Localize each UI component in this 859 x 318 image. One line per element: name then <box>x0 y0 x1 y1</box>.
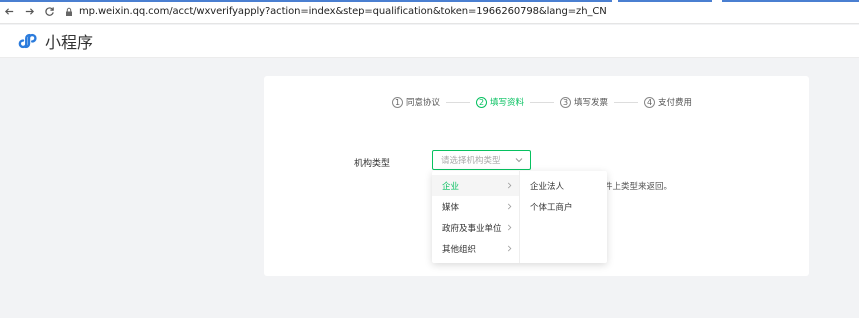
step-divider <box>614 101 639 103</box>
tab-indicator <box>618 0 712 2</box>
step-number: 3 <box>560 96 572 108</box>
cascader-option-legal-entity[interactable]: 企业法人 <box>520 175 607 196</box>
org-type-select[interactable]: 请选择机构类型 <box>432 150 531 170</box>
cascader-level-2: 企业法人 个体工商户 <box>519 171 607 263</box>
chevron-right-icon <box>507 182 512 189</box>
cascader-option-media[interactable]: 媒体 <box>432 196 519 217</box>
miniprogram-logo-icon <box>18 33 37 49</box>
step-label: 同意协议 <box>406 98 441 108</box>
step-divider <box>530 101 555 103</box>
step-number: 4 <box>644 96 656 108</box>
chevron-right-icon <box>507 224 512 231</box>
step-label: 填写发票 <box>574 98 609 108</box>
step-4: 4 支付费用 <box>644 96 692 108</box>
chevron-right-icon <box>507 203 512 210</box>
step-number: 1 <box>392 96 403 108</box>
forward-icon[interactable] <box>22 5 36 19</box>
chevron-right-icon <box>507 245 512 252</box>
cascader-level-1: 企业 媒体 政府及事业单位 其他组织 <box>432 171 519 263</box>
reload-icon[interactable] <box>42 5 56 19</box>
tab-indicator <box>722 0 859 2</box>
app-title: 小程序 <box>45 33 94 52</box>
option-label: 企业法人 <box>530 181 565 192</box>
option-label: 政府及事业单位 <box>442 223 502 234</box>
option-label: 个体工商户 <box>530 202 573 213</box>
chevron-down-icon <box>515 158 523 163</box>
lock-icon <box>64 7 74 17</box>
org-type-cascader: 企业 媒体 政府及事业单位 其他组织 企业法人 个体工商户 <box>432 171 607 263</box>
tab-indicator <box>0 0 612 2</box>
back-icon[interactable] <box>2 5 16 19</box>
app-header: 小程序 <box>0 25 859 58</box>
select-placeholder: 请选择机构类型 <box>441 156 501 166</box>
cascader-option-enterprise[interactable]: 企业 <box>432 175 519 196</box>
cascader-option-government[interactable]: 政府及事业单位 <box>432 217 519 238</box>
step-2: 2 填写资料 <box>476 96 524 108</box>
option-label: 企业 <box>442 181 460 192</box>
step-3: 3 填写发票 <box>560 96 608 108</box>
cascader-option-individual-business[interactable]: 个体工商户 <box>520 196 607 217</box>
browser-toolbar: mp.weixin.qq.com/acct/wxverifyapply?acti… <box>0 0 859 24</box>
cascader-option-other[interactable]: 其他组织 <box>432 238 519 259</box>
org-type-label: 机构类型 <box>354 159 391 169</box>
address-bar-url[interactable]: mp.weixin.qq.com/acct/wxverifyapply?acti… <box>79 6 607 17</box>
step-label: 支付费用 <box>658 98 693 108</box>
step-label: 填写资料 <box>490 98 525 108</box>
option-label: 媒体 <box>442 202 460 213</box>
hint-text: 件上类型来返回。 <box>604 182 673 192</box>
step-divider <box>446 101 471 103</box>
step-number: 2 <box>476 96 488 108</box>
option-label: 其他组织 <box>442 244 477 255</box>
step-1: 1 同意协议 <box>392 96 440 108</box>
step-progress: 1 同意协议 2 填写资料 3 填写发票 4 支付费用 <box>392 96 692 108</box>
